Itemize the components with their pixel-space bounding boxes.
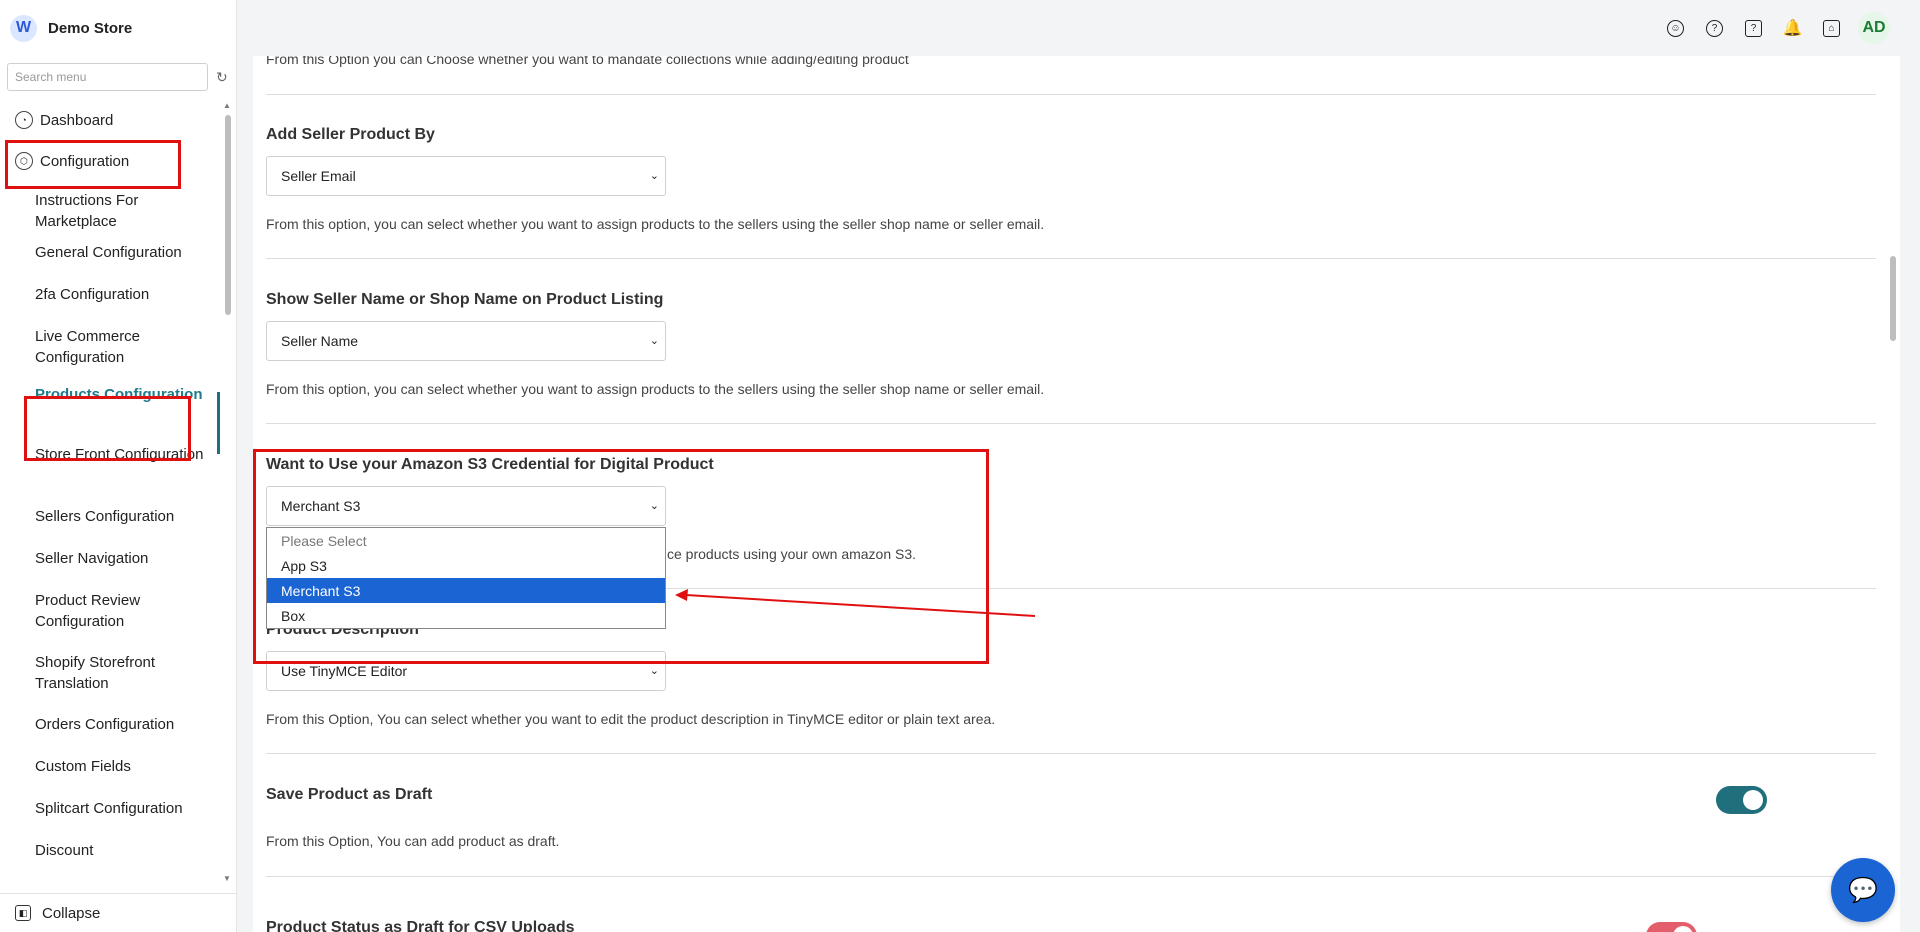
divider	[266, 258, 1876, 259]
sidebar-item-discount[interactable]: Discount	[0, 836, 225, 878]
sidebar-item-custom-fields[interactable]: Custom Fields	[0, 752, 225, 794]
sidebar-item-sellers-configuration[interactable]: Sellers Configuration	[0, 502, 225, 544]
sidebar-item-configuration[interactable]: ⬡ Configuration	[0, 140, 225, 182]
search-row: ↻	[0, 56, 236, 91]
configuration-icon: ⬡	[15, 152, 33, 170]
chevron-down-icon: ⌄	[649, 170, 659, 182]
section-description: From this option, you can select whether…	[266, 381, 1045, 397]
collections-description: From this Option you can Choose whether …	[266, 56, 909, 67]
save-as-draft-toggle[interactable]	[1716, 786, 1767, 814]
csv-draft-toggle[interactable]	[1646, 922, 1697, 932]
section-title: Want to Use your Amazon S3 Credential fo…	[266, 456, 714, 473]
select-value: Use TinyMCE Editor	[281, 663, 408, 679]
chat-icon: 💬	[1848, 876, 1878, 904]
select-value: Seller Name	[281, 333, 359, 349]
add-seller-product-by-select[interactable]: Seller Email ⌄	[266, 156, 666, 196]
bell-icon[interactable]: 🔔	[1783, 20, 1803, 37]
collapse-button[interactable]: ◧ Collapse	[0, 893, 237, 932]
topbar-icons: ☺ ? ? 🔔 ⌂ AD	[1645, 12, 1890, 44]
collapse-icon: ◧	[15, 905, 31, 921]
account-icon[interactable]: ☺	[1667, 19, 1684, 37]
sidebar: W Demo Store ↻ ◔ Dashboard ⬡ Configurati…	[0, 0, 237, 932]
divider	[266, 876, 1876, 877]
support-icon[interactable]: ?	[1745, 19, 1762, 37]
sidebar-item-label: Configuration	[40, 152, 130, 170]
sidebar-item-dashboard[interactable]: ◔ Dashboard	[0, 100, 225, 140]
seller-name-display-select[interactable]: Seller Name ⌄	[266, 321, 666, 361]
section-title: Show Seller Name or Shop Name on Product…	[266, 291, 664, 308]
store-icon[interactable]: ⌂	[1823, 19, 1840, 37]
annotation-arrow	[675, 589, 1036, 617]
active-indicator	[217, 392, 220, 454]
sidebar-item-shopify-storefront[interactable]: Shopify Storefront Translation	[0, 648, 225, 710]
dashboard-icon: ◔	[15, 111, 33, 129]
sidebar-item-label: Dashboard	[40, 111, 114, 129]
refresh-icon[interactable]: ↻	[216, 69, 228, 86]
brand: W Demo Store	[0, 0, 236, 56]
topbar: ☺ ? ? 🔔 ⌂ AD	[238, 0, 1920, 56]
sidebar-item-seller-navigation[interactable]: Seller Navigation	[0, 544, 225, 586]
brand-name[interactable]: Demo Store	[48, 20, 132, 37]
section-description: ce products using your own amazon S3.	[667, 546, 917, 562]
section-description: From this Option, You can select whether…	[266, 711, 996, 727]
chevron-down-icon: ⌄	[649, 335, 659, 347]
main-content: From this Option you can Choose whether …	[253, 56, 1900, 932]
section-title: Save Product as Draft	[266, 786, 433, 803]
sidebar-item-2fa-configuration[interactable]: 2fa Configuration	[0, 274, 225, 316]
dropdown-option[interactable]: App S3	[267, 553, 665, 578]
search-input[interactable]	[7, 63, 208, 91]
dropdown-option[interactable]: Please Select	[267, 528, 665, 553]
sidebar-menu: ◔ Dashboard ⬡ Configuration Instructions…	[0, 100, 225, 886]
sidebar-item-products-configuration[interactable]: Products Configuration	[0, 378, 225, 440]
amazon-s3-credential-select[interactable]: Merchant S3 ⌄	[266, 486, 666, 526]
help-icon[interactable]: ?	[1706, 19, 1723, 37]
chat-button[interactable]: 💬	[1831, 858, 1895, 922]
collapse-label: Collapse	[42, 904, 101, 922]
dropdown-option-selected[interactable]: Merchant S3	[267, 578, 665, 603]
avatar[interactable]: AD	[1858, 12, 1890, 44]
section-title: Add Seller Product By	[266, 126, 435, 143]
sidebar-item-live-commerce[interactable]: Live Commerce Configuration	[0, 316, 225, 378]
product-description-editor-select[interactable]: Use TinyMCE Editor ⌄	[266, 651, 666, 691]
dropdown-option[interactable]: Box	[267, 603, 665, 628]
scroll-up-icon[interactable]: ▲	[223, 101, 231, 110]
sidebar-scrollbar[interactable]	[225, 115, 231, 315]
sidebar-item-general-configuration[interactable]: General Configuration	[0, 232, 225, 274]
page-scrollbar[interactable]	[1890, 256, 1896, 341]
section-description: From this Option, You can add product as…	[266, 833, 560, 849]
sidebar-item-orders-configuration[interactable]: Orders Configuration	[0, 710, 225, 752]
scroll-down-icon[interactable]: ▼	[223, 874, 231, 883]
sidebar-item-instructions[interactable]: Instructions For Marketplace	[0, 190, 225, 232]
chevron-down-icon: ⌄	[649, 500, 659, 512]
sidebar-item-splitcart[interactable]: Splitcart Configuration	[0, 794, 225, 836]
brand-logo: W	[10, 14, 37, 42]
section-title: Product Status as Draft for CSV Uploads	[266, 919, 575, 932]
section-description: From this option, you can select whether…	[266, 216, 1045, 232]
select-value: Seller Email	[281, 168, 356, 184]
divider	[266, 94, 1876, 95]
amazon-s3-dropdown-list: Please Select App S3 Merchant S3 Box	[266, 527, 666, 629]
divider	[266, 753, 1876, 754]
sidebar-item-product-review[interactable]: Product Review Configuration	[0, 586, 225, 648]
select-value: Merchant S3	[281, 498, 361, 514]
sidebar-item-store-front[interactable]: Store Front Configuration	[0, 440, 225, 502]
divider	[266, 423, 1876, 424]
toggle-knob	[1743, 790, 1763, 810]
chevron-down-icon: ⌄	[649, 665, 659, 677]
toggle-knob	[1673, 926, 1693, 932]
